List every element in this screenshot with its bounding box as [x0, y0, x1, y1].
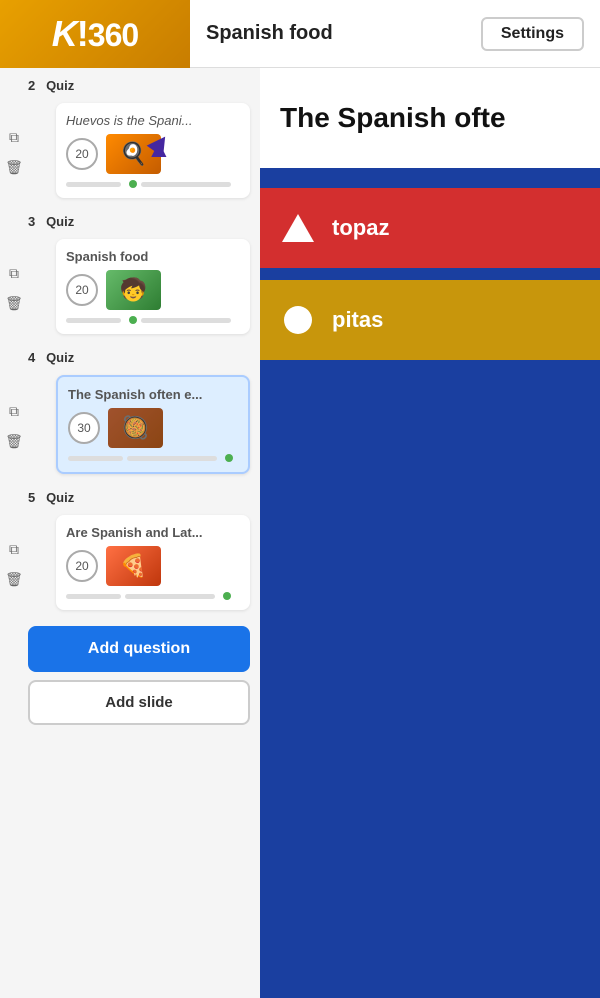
header: K!360 Spanish food Settings — [0, 0, 600, 68]
quiz-points-3: 20 — [66, 274, 98, 306]
quiz-thumb-2: 🍳 — [106, 134, 161, 174]
quiz-points-4: 30 — [68, 412, 100, 444]
answer-option-2: pitas — [260, 280, 600, 360]
item-left-icons-3: ⧉ 🗑 — [0, 258, 28, 316]
add-slide-button[interactable]: Add slide — [28, 680, 250, 725]
quiz-card-3[interactable]: Spanish food 20 🧒 — [56, 239, 250, 334]
dot-5 — [223, 592, 231, 600]
header-title-area: Spanish food Settings — [190, 17, 600, 51]
quiz-card-2-meta: 20 🍳 ▲ — [66, 134, 240, 174]
item-left-icons-5: ⧉ 🗑 — [0, 534, 28, 592]
quiz-points-5: 20 — [66, 550, 98, 582]
triangle-shape-icon — [280, 210, 316, 246]
preview-area: The Spanish ofte topaz pitas — [260, 68, 600, 998]
quiz-bars-5 — [66, 592, 240, 600]
quiz-card-2[interactable]: Huevos is the Spani... 20 🍳 ▲ — [56, 103, 250, 198]
logo-area: K!360 — [0, 0, 190, 68]
page-title: Spanish food — [206, 22, 333, 45]
delete-icon-2[interactable]: 🗑 — [2, 156, 26, 180]
dot-3 — [129, 316, 137, 324]
settings-button[interactable]: Settings — [481, 17, 584, 51]
bar-3-1 — [66, 318, 121, 323]
dot-2 — [129, 180, 137, 188]
quiz-card-4-meta: 30 🥘 — [68, 408, 238, 448]
quiz-bars-3 — [66, 316, 240, 324]
copy-icon-3[interactable]: ⧉ — [2, 262, 26, 286]
bar-4-2 — [127, 456, 217, 461]
main-layout: 2 Quiz ⧉ 🗑 Huevos is the Spani... 20 🍳 ▲ — [0, 68, 600, 998]
quiz-item-row-5: ⧉ 🗑 Are Spanish and Lat... 20 🍕 — [0, 509, 260, 616]
quiz-bars-2 — [66, 180, 240, 188]
item-left-icons-2: ⧉ 🗑 — [0, 122, 28, 180]
quiz-item-row-2: ⧉ 🗑 Huevos is the Spani... 20 🍳 ▲ — [0, 97, 260, 204]
bar-4-1 — [68, 456, 123, 461]
quiz-card-5-meta: 20 🍕 — [66, 546, 240, 586]
bar-5-1 — [66, 594, 121, 599]
preview-question: The Spanish ofte — [260, 68, 600, 168]
bar-5-2 — [125, 594, 215, 599]
section-header-3: 3 Quiz — [28, 214, 250, 229]
section-header-5: 5 Quiz — [28, 490, 250, 505]
quiz-card-5-title: Are Spanish and Lat... — [66, 525, 240, 540]
preview-question-text: The Spanish ofte — [280, 102, 506, 134]
add-buttons-area: Add question Add slide — [0, 616, 260, 729]
answer-option-1: topaz — [260, 188, 600, 268]
copy-icon-2[interactable]: ⧉ — [2, 126, 26, 150]
copy-icon-4[interactable]: ⧉ — [2, 400, 26, 424]
quiz-thumb-5: 🍕 — [106, 546, 161, 586]
delete-icon-3[interactable]: 🗑 — [2, 292, 26, 316]
quiz-card-5[interactable]: Are Spanish and Lat... 20 🍕 — [56, 515, 250, 610]
copy-icon-5[interactable]: ⧉ — [2, 538, 26, 562]
add-question-button[interactable]: Add question — [28, 626, 250, 672]
item-left-icons-4: ⧉ 🗑 — [0, 396, 28, 454]
dot-4 — [225, 454, 233, 462]
delete-icon-5[interactable]: 🗑 — [2, 568, 26, 592]
quiz-card-2-title: Huevos is the Spani... — [66, 113, 240, 128]
quiz-item-row-4: ⧉ 🗑 The Spanish often e... 30 🥘 — [0, 369, 260, 480]
answer-label-1: topaz — [332, 215, 389, 241]
quiz-points-2: 20 — [66, 138, 98, 170]
logo: K!360 — [52, 13, 138, 55]
delete-icon-4[interactable]: 🗑 — [2, 430, 26, 454]
preview-answers: topaz pitas — [260, 168, 600, 998]
quiz-card-3-meta: 20 🧒 — [66, 270, 240, 310]
quiz-card-3-title: Spanish food — [66, 249, 240, 264]
section-header-2: 2 Quiz — [28, 78, 250, 93]
quiz-card-4-title: The Spanish often e... — [68, 387, 238, 402]
sidebar: 2 Quiz ⧉ 🗑 Huevos is the Spani... 20 🍳 ▲ — [0, 68, 260, 998]
triangle-icon — [282, 214, 314, 242]
bar-2-2 — [141, 182, 231, 187]
circle-icon — [284, 306, 312, 334]
quiz-bars-4 — [68, 454, 238, 462]
answer-label-2: pitas — [332, 307, 383, 333]
quiz-item-row-3: ⧉ 🗑 Spanish food 20 🧒 — [0, 233, 260, 340]
quiz-thumb-4: 🥘 — [108, 408, 163, 448]
bar-3-2 — [141, 318, 231, 323]
quiz-thumb-3: 🧒 — [106, 270, 161, 310]
quiz-card-4[interactable]: The Spanish often e... 30 🥘 — [56, 375, 250, 474]
section-header-4: 4 Quiz — [28, 350, 250, 365]
bar-2-1 — [66, 182, 121, 187]
circle-shape-icon — [280, 302, 316, 338]
